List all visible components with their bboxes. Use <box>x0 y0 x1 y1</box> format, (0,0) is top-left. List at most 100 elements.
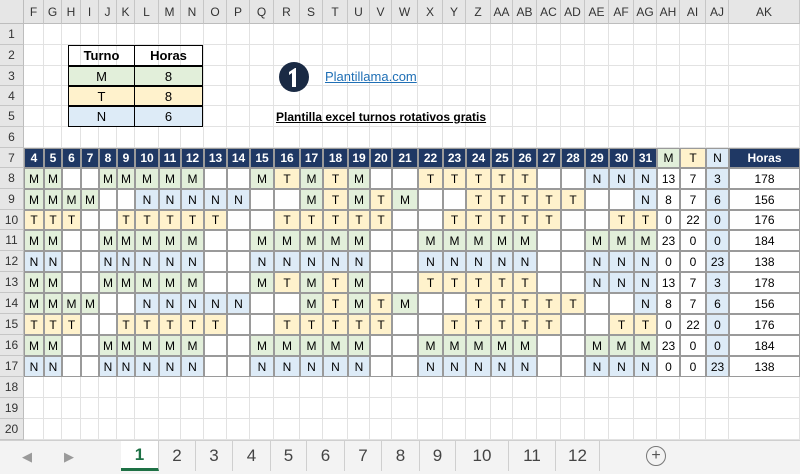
shift-cell[interactable] <box>561 335 585 356</box>
shift-cell[interactable]: T <box>274 210 300 230</box>
shift-cell[interactable]: M <box>44 335 62 356</box>
sheet-cell[interactable] <box>585 106 609 127</box>
sheet-cell[interactable] <box>680 24 706 45</box>
sheet-cell[interactable] <box>181 398 204 419</box>
sheet-tab-7[interactable]: 7 <box>345 441 382 471</box>
sheet-cell[interactable] <box>706 377 729 398</box>
shift-cell[interactable] <box>392 251 418 272</box>
sheet-cell[interactable] <box>44 45 62 66</box>
sheet-cell[interactable] <box>227 66 250 86</box>
shift-cell[interactable]: M <box>323 335 348 356</box>
sheet-cell[interactable] <box>491 86 513 106</box>
sheet-cell[interactable] <box>300 398 323 419</box>
afternoon-count-cell[interactable]: 22 <box>680 314 706 335</box>
sheet-cell[interactable] <box>418 24 443 45</box>
sheet-tab-9[interactable]: 9 <box>420 441 456 471</box>
shift-cell[interactable]: T <box>44 314 62 335</box>
shift-cell[interactable]: N <box>250 356 274 377</box>
sheet-tab-2[interactable]: 2 <box>159 441 196 471</box>
sheet-cell[interactable] <box>323 398 348 419</box>
sheet-cell[interactable] <box>561 66 585 86</box>
morning-count-cell[interactable]: 0 <box>657 210 680 230</box>
sheet-cell[interactable] <box>680 106 706 127</box>
sheet-cell[interactable] <box>680 398 706 419</box>
sheet-cell[interactable] <box>44 86 62 106</box>
sheet-cell[interactable] <box>24 377 44 398</box>
add-sheet-button[interactable]: + <box>646 446 666 466</box>
sheet-cell[interactable] <box>706 106 729 127</box>
sheet-cell[interactable] <box>227 24 250 45</box>
sheet-cell[interactable] <box>24 398 44 419</box>
sheet-cell[interactable] <box>250 24 274 45</box>
shift-cell[interactable]: N <box>466 251 491 272</box>
shift-cell[interactable]: N <box>513 251 537 272</box>
row-header[interactable]: 16 <box>0 335 24 356</box>
shift-cell[interactable]: T <box>491 168 513 189</box>
shift-cell[interactable]: N <box>634 293 657 314</box>
shift-cell[interactable]: N <box>227 293 250 314</box>
shift-cell[interactable]: N <box>181 251 204 272</box>
shift-cell[interactable]: T <box>466 314 491 335</box>
shift-cell[interactable] <box>392 335 418 356</box>
row-header[interactable]: 15 <box>0 314 24 335</box>
column-header[interactable]: R <box>274 0 300 24</box>
column-header[interactable]: I <box>81 0 99 24</box>
shift-cell[interactable]: M <box>443 335 466 356</box>
sheet-cell[interactable] <box>657 45 680 66</box>
shift-cell[interactable]: T <box>370 314 392 335</box>
shift-cell[interactable] <box>81 335 99 356</box>
shift-cell[interactable]: T <box>348 314 370 335</box>
sheet-cell[interactable] <box>159 377 181 398</box>
sheet-cell[interactable] <box>729 419 800 440</box>
sheet-cell[interactable] <box>443 398 466 419</box>
shift-cell[interactable] <box>585 293 609 314</box>
shift-cell[interactable] <box>274 189 300 210</box>
shift-cell[interactable] <box>81 251 99 272</box>
shift-cell[interactable]: M <box>181 335 204 356</box>
sheet-cell[interactable] <box>204 66 227 86</box>
sheet-cell[interactable] <box>513 45 537 66</box>
sheet-cell[interactable] <box>729 377 800 398</box>
night-count-cell[interactable]: 0 <box>706 314 729 335</box>
sheet-cell[interactable] <box>370 86 392 106</box>
shift-cell[interactable]: T <box>348 210 370 230</box>
row-header[interactable]: 14 <box>0 293 24 314</box>
night-count-cell[interactable]: 6 <box>706 189 729 210</box>
morning-count-cell[interactable]: 13 <box>657 168 680 189</box>
sheet-cell[interactable] <box>634 398 657 419</box>
sheet-tab-5[interactable]: 5 <box>271 441 307 471</box>
sheet-cell[interactable] <box>634 45 657 66</box>
column-header[interactable]: Y <box>443 0 466 24</box>
total-hours-cell[interactable]: 176 <box>729 314 800 335</box>
sheet-cell[interactable] <box>204 86 227 106</box>
sheet-cell[interactable] <box>227 127 250 148</box>
column-header[interactable]: J <box>99 0 117 24</box>
shift-cell[interactable] <box>204 272 227 293</box>
shift-cell[interactable] <box>227 272 250 293</box>
shift-cell[interactable] <box>418 314 443 335</box>
shift-cell[interactable]: T <box>370 189 392 210</box>
shift-cell[interactable] <box>227 210 250 230</box>
sheet-cell[interactable] <box>44 127 62 148</box>
sheet-cell[interactable] <box>250 377 274 398</box>
sheet-cell[interactable] <box>159 24 181 45</box>
shift-cell[interactable] <box>537 168 561 189</box>
night-count-cell[interactable]: 6 <box>706 293 729 314</box>
shift-cell[interactable]: N <box>159 356 181 377</box>
sheet-cell[interactable] <box>323 24 348 45</box>
column-header[interactable]: AK <box>729 0 800 24</box>
shift-cell[interactable]: N <box>99 356 117 377</box>
sheet-cell[interactable] <box>135 377 159 398</box>
sheet-cell[interactable] <box>323 377 348 398</box>
sheet-cell[interactable] <box>348 45 370 66</box>
sheet-cell[interactable] <box>24 86 44 106</box>
sheet-cell[interactable] <box>181 127 204 148</box>
shift-cell[interactable]: N <box>491 251 513 272</box>
shift-cell[interactable]: N <box>135 251 159 272</box>
sheet-cell[interactable] <box>561 45 585 66</box>
shift-cell[interactable]: N <box>117 251 135 272</box>
sheet-cell[interactable] <box>443 24 466 45</box>
shift-cell[interactable]: N <box>135 356 159 377</box>
sheet-cell[interactable] <box>117 127 135 148</box>
morning-count-cell[interactable]: 0 <box>657 251 680 272</box>
